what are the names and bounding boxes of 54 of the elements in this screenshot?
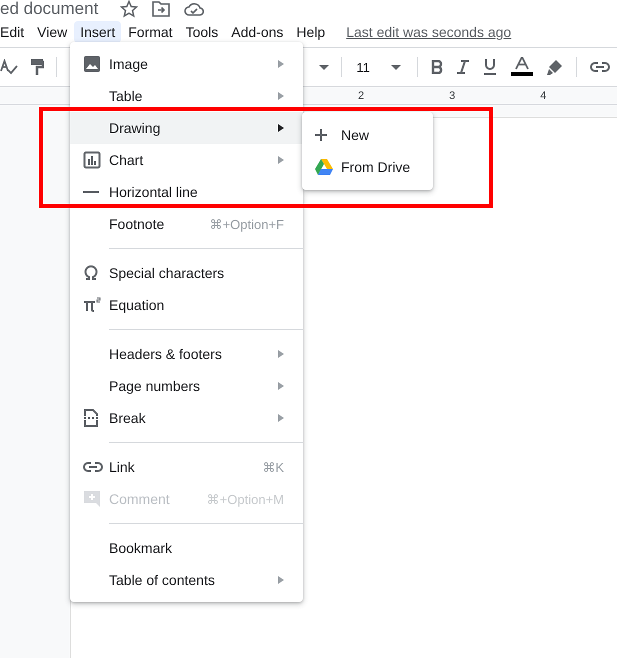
- dropdown-caret-icon[interactable]: [319, 64, 330, 70]
- highlighter-icon[interactable]: [547, 59, 564, 75]
- menu-item[interactable]: Headers & footers: [70, 344, 303, 364]
- ruler-number: 2: [358, 90, 364, 102]
- menu-item[interactable]: Table of contents: [70, 570, 303, 590]
- spellcheck-icon[interactable]: [0, 59, 18, 75]
- last-edit-link[interactable]: Last edit was seconds ago: [346, 24, 512, 40]
- menu-item[interactable]: Chart: [70, 150, 303, 170]
- menu-bar-item[interactable]: Format: [122, 21, 179, 43]
- menu-item[interactable]: Footnote ⌘+Option+F: [70, 214, 303, 234]
- bar-chart-icon: [83, 151, 101, 169]
- menu-item[interactable]: From Drive: [302, 151, 433, 183]
- document-title[interactable]: ed document: [0, 0, 98, 18]
- ruler-number: 4: [540, 90, 546, 102]
- underline-icon[interactable]: [483, 59, 498, 75]
- menu-item[interactable]: Table: [70, 86, 303, 106]
- italic-icon[interactable]: [457, 60, 470, 74]
- drive-icon: [315, 159, 333, 175]
- bold-icon[interactable]: [431, 60, 444, 74]
- menu-item[interactable]: Link ⌘K: [70, 457, 303, 477]
- menu-item[interactable]: Bookmark: [70, 538, 303, 558]
- menu-item[interactable]: Break: [70, 408, 303, 428]
- pi-icon: [83, 297, 101, 313]
- ruler-number: 3: [449, 90, 456, 102]
- shortcut-text: ⌘+Option+F: [210, 216, 284, 232]
- text-color-icon[interactable]: [511, 57, 534, 77]
- menu-bar-item[interactable]: Insert: [74, 21, 122, 43]
- link-icon[interactable]: [590, 62, 610, 72]
- star-icon[interactable]: [120, 0, 138, 18]
- menu-item[interactable]: Drawing: [70, 112, 303, 144]
- shortcut-text: ⌘K: [262, 460, 284, 474]
- omega-icon: [83, 265, 99, 281]
- horizontal-line-icon: [83, 191, 99, 193]
- paint-format-icon[interactable]: [30, 58, 44, 76]
- menu-bar-item[interactable]: Tools: [180, 21, 224, 43]
- dropdown-caret-icon[interactable]: [391, 64, 402, 70]
- menu-bar-item[interactable]: Help: [290, 21, 332, 43]
- image-icon: [83, 55, 101, 73]
- move-to-folder-icon[interactable]: [152, 1, 170, 17]
- menu-bar-item[interactable]: View: [31, 21, 74, 43]
- menu-item[interactable]: Special characters: [70, 263, 303, 283]
- menu-item[interactable]: New: [302, 119, 433, 151]
- menu-bar-item[interactable]: Add-ons: [225, 21, 290, 43]
- menu-item[interactable]: Image: [70, 54, 303, 74]
- font-size-field[interactable]: 11: [348, 60, 386, 74]
- menu-item[interactable]: Horizontal line: [70, 182, 303, 202]
- menu-bar-item[interactable]: Edit: [0, 21, 30, 43]
- menu-item[interactable]: Equation: [70, 295, 303, 315]
- plus-icon: [315, 129, 327, 141]
- link-icon: [83, 462, 103, 472]
- cloud-check-icon[interactable]: [184, 2, 204, 16]
- comment-icon: [83, 490, 101, 508]
- menu-item[interactable]: Page numbers: [70, 376, 303, 396]
- page-break-icon: [83, 409, 99, 427]
